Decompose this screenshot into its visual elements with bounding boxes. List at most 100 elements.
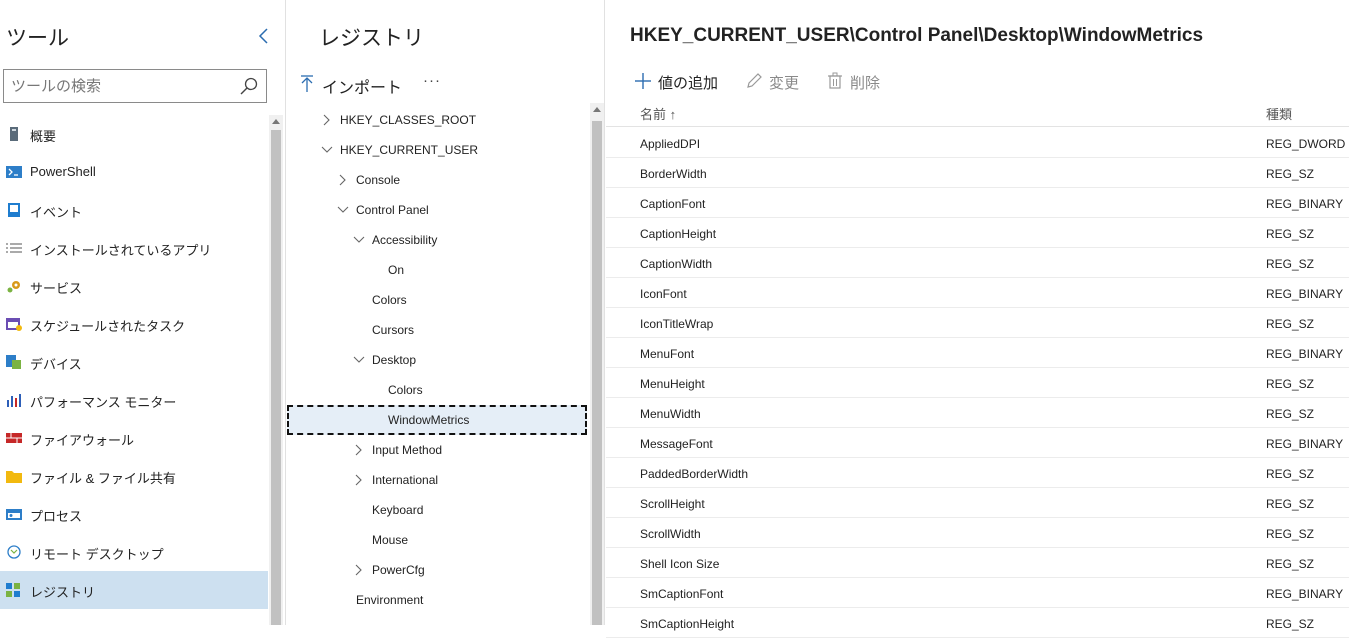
device-icon [6, 355, 21, 369]
tree-node[interactable]: International [287, 465, 587, 495]
table-row[interactable]: CaptionWidth REG_SZ [606, 248, 1349, 278]
tree-node[interactable]: Console [287, 165, 587, 195]
table-row[interactable]: AppliedDPI REG_DWORD [606, 128, 1349, 158]
tool-item-label: ファイル & ファイル共有 [30, 471, 176, 486]
tool-item[interactable]: ファイアウォール [0, 419, 268, 457]
tree-node[interactable]: Environment [287, 585, 587, 615]
tool-item-label: スケジュールされたタスク [30, 319, 186, 334]
tree-node[interactable]: Input Method [287, 435, 587, 465]
table-row[interactable]: MenuHeight REG_SZ [606, 368, 1349, 398]
value-type-cell: REG_SZ [1266, 317, 1315, 331]
tree-node[interactable]: Control Panel [287, 195, 587, 225]
table-row[interactable]: MessageFont REG_BINARY [606, 428, 1349, 458]
tool-item[interactable]: PowerShell [0, 153, 268, 191]
value-name-cell: IconTitleWrap [640, 317, 714, 331]
chevron-down-icon[interactable] [353, 354, 365, 366]
powershell-icon [6, 166, 22, 178]
column-header-name[interactable]: 名前 ↑ [640, 104, 676, 123]
value-type-cell: REG_SZ [1266, 467, 1315, 481]
tree-node[interactable]: HKEY_CLASSES_ROOT [287, 105, 587, 135]
table-row[interactable]: BorderWidth REG_SZ [606, 158, 1349, 188]
value-type-cell: REG_BINARY [1266, 347, 1344, 361]
tool-item-label: デバイス [30, 357, 82, 372]
table-row[interactable]: PaddedBorderWidth REG_SZ [606, 458, 1349, 488]
tree-node[interactable]: PowerCfg [287, 555, 587, 585]
tree-node-label: Console [356, 173, 401, 187]
chevron-right-icon[interactable] [353, 564, 365, 576]
tool-item-label: パフォーマンス モニター [30, 395, 177, 410]
tool-item[interactable]: ファイル & ファイル共有 [0, 457, 268, 495]
table-row[interactable]: CaptionHeight REG_SZ [606, 218, 1349, 248]
table-row[interactable]: IconFont REG_BINARY [606, 278, 1349, 308]
tools-scrollbar[interactable] [269, 115, 283, 625]
table-row[interactable]: ScrollWidth REG_SZ [606, 518, 1349, 548]
tools-list: 概要 PowerShell イベント インストールされているアプリ サービススケジュール… [0, 115, 269, 625]
tree-node[interactable]: Cursors [287, 315, 587, 345]
value-name-cell: ScrollWidth [640, 527, 701, 541]
pane-divider [285, 0, 286, 625]
tree-node-label: Keyboard [372, 503, 424, 517]
tool-item-label: リモート デスクトップ [30, 547, 164, 562]
scroll-up-arrow-icon[interactable] [272, 119, 280, 124]
tree-node[interactable]: Colors [287, 375, 587, 405]
tool-item-label: プロセス [30, 509, 83, 524]
value-type-cell: REG_BINARY [1266, 587, 1344, 601]
more-options-button[interactable]: ··· [423, 72, 445, 92]
edit-label: 変更 [769, 75, 800, 92]
tree-node[interactable]: Keyboard [287, 495, 587, 525]
table-row[interactable]: Shell Icon Size REG_SZ [606, 548, 1349, 578]
table-row[interactable]: MenuWidth REG_SZ [606, 398, 1349, 428]
remote-desktop-icon [7, 545, 21, 559]
value-type-cell: REG_SZ [1266, 497, 1315, 511]
scrollbar-thumb[interactable] [271, 130, 281, 625]
tree-node-label: HKEY_CLASSES_ROOT [340, 113, 477, 127]
chevron-down-icon[interactable] [321, 144, 333, 156]
scroll-up-arrow-icon[interactable] [593, 107, 601, 112]
tool-item-label: PowerShell [30, 164, 96, 179]
tool-item[interactable]: サービス [0, 267, 268, 305]
tree-node-label: Mouse [372, 533, 409, 547]
tool-item[interactable]: インストールされているアプリ [0, 229, 268, 267]
table-row[interactable]: SmCaptionFont REG_BINARY [606, 578, 1349, 608]
tools-search-input[interactable] [11, 70, 233, 102]
tree-node[interactable]: Accessibility [287, 225, 587, 255]
tool-item[interactable]: スケジュールされたタスク [0, 305, 268, 343]
value-name-cell: MessageFont [640, 437, 713, 451]
value-type-cell: REG_BINARY [1266, 197, 1344, 211]
table-row[interactable]: SmCaptionHeight REG_SZ [606, 608, 1349, 638]
tree-node[interactable]: HKEY_CURRENT_USER [287, 135, 587, 165]
chevron-down-icon[interactable] [337, 204, 349, 216]
tools-title: ツール [6, 27, 69, 50]
tree-scrollbar[interactable] [590, 103, 604, 625]
value-name-cell: BorderWidth [640, 167, 707, 181]
chevron-right-icon[interactable] [353, 444, 365, 456]
table-row[interactable]: IconTitleWrap REG_SZ [606, 308, 1349, 338]
tool-item[interactable]: デバイス [0, 343, 268, 381]
table-row[interactable]: MenuFont REG_BINARY [606, 338, 1349, 368]
tool-item[interactable]: 概要 [0, 115, 268, 153]
tool-item[interactable]: リモート デスクトップ [0, 533, 268, 571]
tool-item[interactable]: パフォーマンス モニター [0, 381, 268, 419]
tree-node[interactable]: Mouse [287, 525, 587, 555]
collapse-pane-button[interactable] [256, 26, 272, 46]
table-row[interactable]: CaptionFont REG_BINARY [606, 188, 1349, 218]
search-button[interactable] [238, 76, 260, 96]
tree-node[interactable]: On [287, 255, 587, 285]
trash-icon [828, 72, 842, 89]
chevron-right-icon[interactable] [353, 474, 365, 486]
column-header-type[interactable]: 種類 [1266, 104, 1292, 123]
tree-node[interactable]: Colors [287, 285, 587, 315]
chevron-down-icon[interactable] [353, 234, 365, 246]
chevron-right-icon[interactable] [337, 174, 349, 186]
chevron-right-icon[interactable] [321, 114, 333, 126]
value-type-cell: REG_SZ [1266, 257, 1315, 271]
tool-item[interactable]: イベント [0, 191, 268, 229]
tree-node[interactable]: WindowMetrics [287, 405, 587, 435]
tree-node-label: International [372, 473, 439, 487]
scrollbar-thumb[interactable] [592, 121, 602, 625]
tool-item[interactable]: プロセス [0, 495, 268, 533]
tree-node-label: Colors [372, 293, 407, 307]
table-row[interactable]: ScrollHeight REG_SZ [606, 488, 1349, 518]
tree-node[interactable]: Desktop [287, 345, 587, 375]
tool-item[interactable]: レジストリ [0, 571, 268, 609]
